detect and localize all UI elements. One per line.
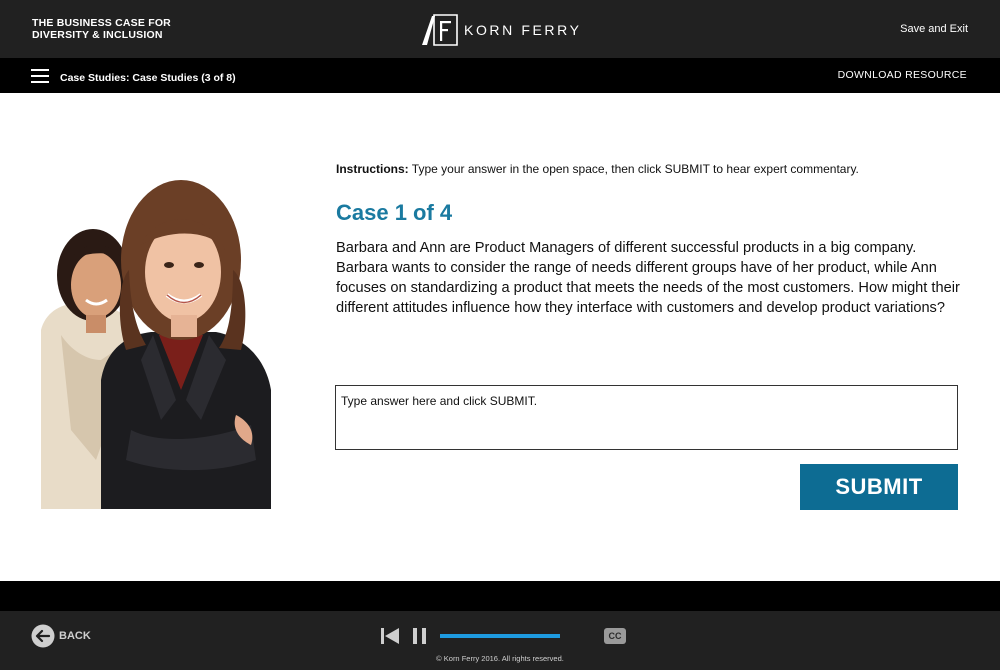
instructions-label: Instructions: (336, 162, 409, 176)
brand-logo: KORN FERRY (420, 14, 582, 46)
copyright-text: © Korn Ferry 2016. All rights reserved. (436, 654, 564, 663)
instructions-text: Type your answer in the open space, then… (408, 162, 859, 176)
back-button[interactable]: BACK (31, 624, 91, 648)
nav-bar: Case Studies: Case Studies (3 of 8) DOWN… (0, 58, 1000, 93)
back-arrow-icon (31, 624, 55, 648)
player-controls: BACK CC © Korn Ferry 2016. All rights re… (0, 611, 1000, 670)
bottom-band (0, 581, 1000, 611)
case-title: Case 1 of 4 (336, 200, 453, 225)
closed-captions-button[interactable]: CC (604, 628, 626, 644)
two-women-illustration (41, 180, 271, 509)
hamburger-icon[interactable] (31, 69, 49, 83)
instructions: Instructions: Type your answer in the op… (336, 162, 956, 176)
top-header: THE BUSINESS CASE FOR DIVERSITY & INCLUS… (0, 0, 1000, 58)
answer-input[interactable] (336, 386, 957, 449)
course-player: THE BUSINESS CASE FOR DIVERSITY & INCLUS… (0, 0, 1000, 670)
course-title-line2: DIVERSITY & INCLUSION (32, 29, 163, 41)
case-study-photo (41, 160, 271, 509)
course-title-line1: THE BUSINESS CASE FOR (32, 17, 171, 29)
back-label: BACK (59, 630, 91, 642)
brand-name: KORN FERRY (464, 22, 582, 38)
breadcrumb: Case Studies: Case Studies (3 of 8) (60, 72, 236, 84)
rewind-icon[interactable] (381, 628, 399, 644)
course-title: THE BUSINESS CASE FOR DIVERSITY & INCLUS… (32, 17, 202, 41)
korn-ferry-logo-icon (422, 14, 458, 46)
progress-fill (440, 634, 560, 638)
submit-button[interactable]: SUBMIT (800, 464, 958, 510)
case-description: Barbara and Ann are Product Managers of … (336, 240, 960, 316)
pause-icon[interactable] (412, 628, 428, 644)
download-resource-link[interactable]: DOWNLOAD RESOURCE (838, 69, 967, 81)
progress-bar[interactable] (440, 634, 560, 638)
answer-box (335, 385, 958, 450)
save-and-exit-link[interactable]: Save and Exit (900, 23, 968, 35)
